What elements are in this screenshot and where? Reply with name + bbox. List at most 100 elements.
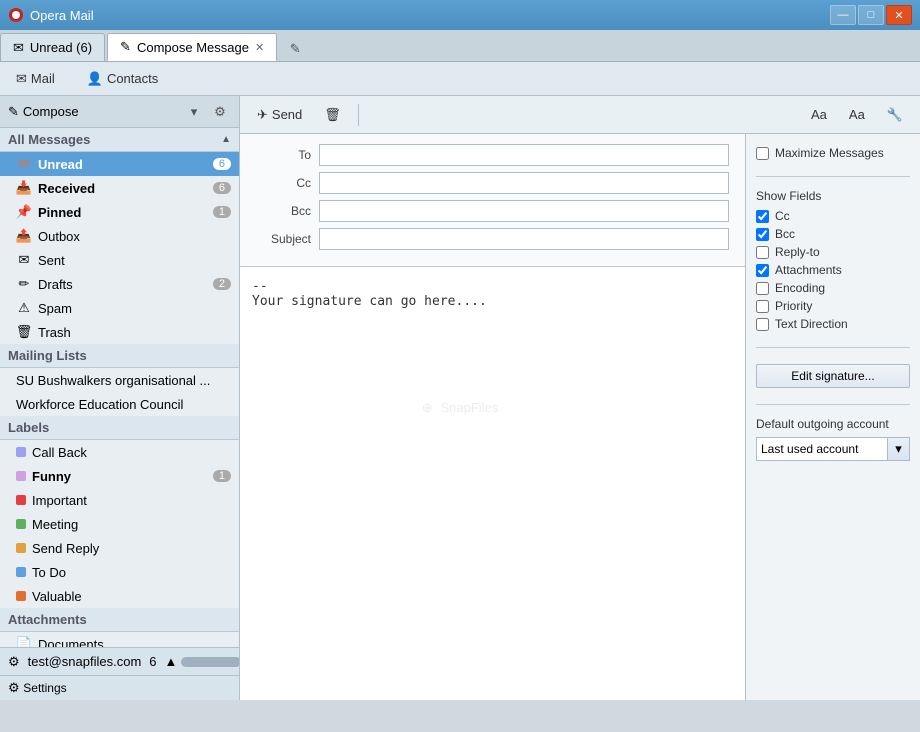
- nav-mail[interactable]: ✉ Mail: [8, 67, 63, 91]
- sidebar-item-important[interactable]: Important: [0, 488, 239, 512]
- cc-input[interactable]: [319, 172, 729, 194]
- account-dropdown-arrow[interactable]: ▾: [888, 437, 910, 461]
- sidebar-item-bushwalkers[interactable]: SU Bushwalkers organisational ...: [0, 368, 239, 392]
- nav-contacts-label: Contacts: [107, 71, 158, 86]
- todo-dot: [16, 567, 26, 577]
- mailing-lists-label: Mailing Lists: [8, 348, 87, 363]
- subject-row: Subject: [256, 228, 729, 250]
- sidebar-item-valuable[interactable]: Valuable: [0, 584, 239, 608]
- tools-icon: 🔧: [887, 107, 903, 123]
- sidebar-header: ✎ Compose ▾ ⚙: [0, 96, 239, 128]
- received-badge: 6: [213, 182, 231, 194]
- sidebar-scroll[interactable]: All Messages ▲ ✉ Unread 6 📥 Received 6 📌…: [0, 128, 239, 647]
- documents-icon: 📄: [16, 636, 32, 647]
- sidebar-compose-label: Compose: [23, 104, 79, 119]
- default-account-section: Default outgoing account Last used accou…: [756, 417, 910, 461]
- sidebar-item-trash[interactable]: 🗑 Trash: [0, 320, 239, 344]
- cc-field-checkbox[interactable]: [756, 210, 769, 223]
- delete-button[interactable]: 🗑: [315, 103, 350, 127]
- settings-panel: Maximize Messages Show Fields Cc Bcc: [745, 134, 920, 700]
- attachments-field-checkbox[interactable]: [756, 264, 769, 277]
- compose-icon: ✎: [8, 104, 19, 120]
- scroll-up-icon[interactable]: ▲: [165, 654, 178, 669]
- close-button[interactable]: ✕: [886, 5, 912, 25]
- sidebar-item-meeting[interactable]: Meeting: [0, 512, 239, 536]
- drafts-badge: 2: [213, 278, 231, 290]
- sidebar-item-funny[interactable]: Funny 1: [0, 464, 239, 488]
- toolbar-right: Aa Aa 🔧: [802, 103, 912, 127]
- tab-unread-label: Unread (6): [30, 40, 92, 55]
- received-icon: 📥: [16, 180, 32, 196]
- window-controls: — □ ✕: [830, 5, 912, 25]
- sidebar-item-todo[interactable]: To Do: [0, 560, 239, 584]
- sidebar-item-received[interactable]: 📥 Received 6: [0, 176, 239, 200]
- send-button[interactable]: ✈ Send: [248, 103, 311, 127]
- priority-field-row: Priority: [756, 299, 910, 313]
- workforce-label: Workforce Education Council: [16, 397, 183, 412]
- to-input[interactable]: [319, 144, 729, 166]
- drafts-icon: ✏: [16, 276, 32, 292]
- maximize-button[interactable]: □: [858, 5, 884, 25]
- settings-label: Settings: [23, 681, 66, 695]
- sidebar-item-spam[interactable]: ⚠ Spam: [0, 296, 239, 320]
- valuable-label: Valuable: [32, 589, 82, 604]
- sidebar-item-outbox[interactable]: 📤 Outbox: [0, 224, 239, 248]
- bcc-input[interactable]: [319, 200, 729, 222]
- sidebar-arrow-button[interactable]: ▾: [183, 101, 205, 123]
- callback-label: Call Back: [32, 445, 87, 460]
- replyto-field-label: Reply-to: [775, 245, 820, 259]
- collapse-all-messages[interactable]: ▲: [221, 134, 231, 145]
- status-count: 6: [149, 654, 156, 669]
- nav-contacts[interactable]: 👤 Contacts: [79, 67, 167, 91]
- nav-bar: ✉ Mail 👤 Contacts: [0, 62, 920, 96]
- app-title: Opera Mail: [30, 8, 830, 23]
- status-bar: ⚙ test@snapfiles.com 6 ▲ ▼: [0, 647, 239, 675]
- tab-compose[interactable]: ✎ Compose Message ✕: [107, 33, 277, 61]
- email-body[interactable]: -- Your signature can go here....: [240, 267, 745, 700]
- subject-input[interactable]: [319, 228, 729, 250]
- tab-unread[interactable]: ✉ Unread (6): [0, 33, 105, 61]
- tab-compose-close[interactable]: ✕: [255, 41, 264, 54]
- font-aa-alt-button[interactable]: Aa: [840, 103, 874, 126]
- labels-header: Labels: [0, 416, 239, 440]
- funny-dot: [16, 471, 26, 481]
- tab-compose-label: Compose Message: [137, 40, 249, 55]
- sidebar-item-unread[interactable]: ✉ Unread 6: [0, 152, 239, 176]
- edit-signature-button[interactable]: Edit signature...: [756, 364, 910, 388]
- to-label: To: [256, 148, 311, 162]
- font-aa-button[interactable]: Aa: [802, 103, 836, 126]
- tools-button[interactable]: 🔧: [878, 103, 912, 127]
- bushwalkers-label: SU Bushwalkers organisational ...: [16, 373, 210, 388]
- sidebar-item-callback[interactable]: Call Back: [0, 440, 239, 464]
- sendreply-dot: [16, 543, 26, 553]
- outbox-label: Outbox: [38, 229, 80, 244]
- textdir-field-checkbox[interactable]: [756, 318, 769, 331]
- sidebar-item-documents[interactable]: 📄 Documents: [0, 632, 239, 647]
- sidebar-item-workforce[interactable]: Workforce Education Council: [0, 392, 239, 416]
- account-select[interactable]: Last used account: [756, 437, 888, 461]
- encoding-field-checkbox[interactable]: [756, 282, 769, 295]
- sidebar-item-sendreply[interactable]: Send Reply: [0, 536, 239, 560]
- nav-mail-label: Mail: [31, 71, 55, 86]
- textdir-field-label: Text Direction: [775, 317, 848, 331]
- sidebar-item-drafts[interactable]: ✏ Drafts 2: [0, 272, 239, 296]
- sidebar-gear-button[interactable]: ⚙: [209, 101, 231, 123]
- bcc-field-row: Bcc: [756, 227, 910, 241]
- replyto-field-checkbox[interactable]: [756, 246, 769, 259]
- maximize-messages-checkbox[interactable]: [756, 147, 769, 160]
- tab-edit-button[interactable]: ✎: [283, 37, 307, 61]
- todo-label: To Do: [32, 565, 66, 580]
- bcc-field-label: Bcc: [775, 227, 795, 241]
- sidebar-item-sent[interactable]: ✉ Sent: [0, 248, 239, 272]
- dropdown-arrow-icon: ▾: [895, 441, 902, 457]
- bcc-field-checkbox[interactable]: [756, 228, 769, 241]
- valuable-dot: [16, 591, 26, 601]
- main-layout: ✎ Compose ▾ ⚙ All Messages ▲ ✉ Unread: [0, 96, 920, 700]
- priority-field-checkbox[interactable]: [756, 300, 769, 313]
- minimize-button[interactable]: —: [830, 5, 856, 25]
- scrollbar-thumb[interactable]: [181, 657, 240, 667]
- settings-separator-2: [756, 347, 910, 348]
- to-row: To: [256, 144, 729, 166]
- sidebar-item-pinned[interactable]: 📌 Pinned 1: [0, 200, 239, 224]
- compose-toolbar: ✈ Send 🗑 Aa Aa 🔧: [240, 96, 920, 134]
